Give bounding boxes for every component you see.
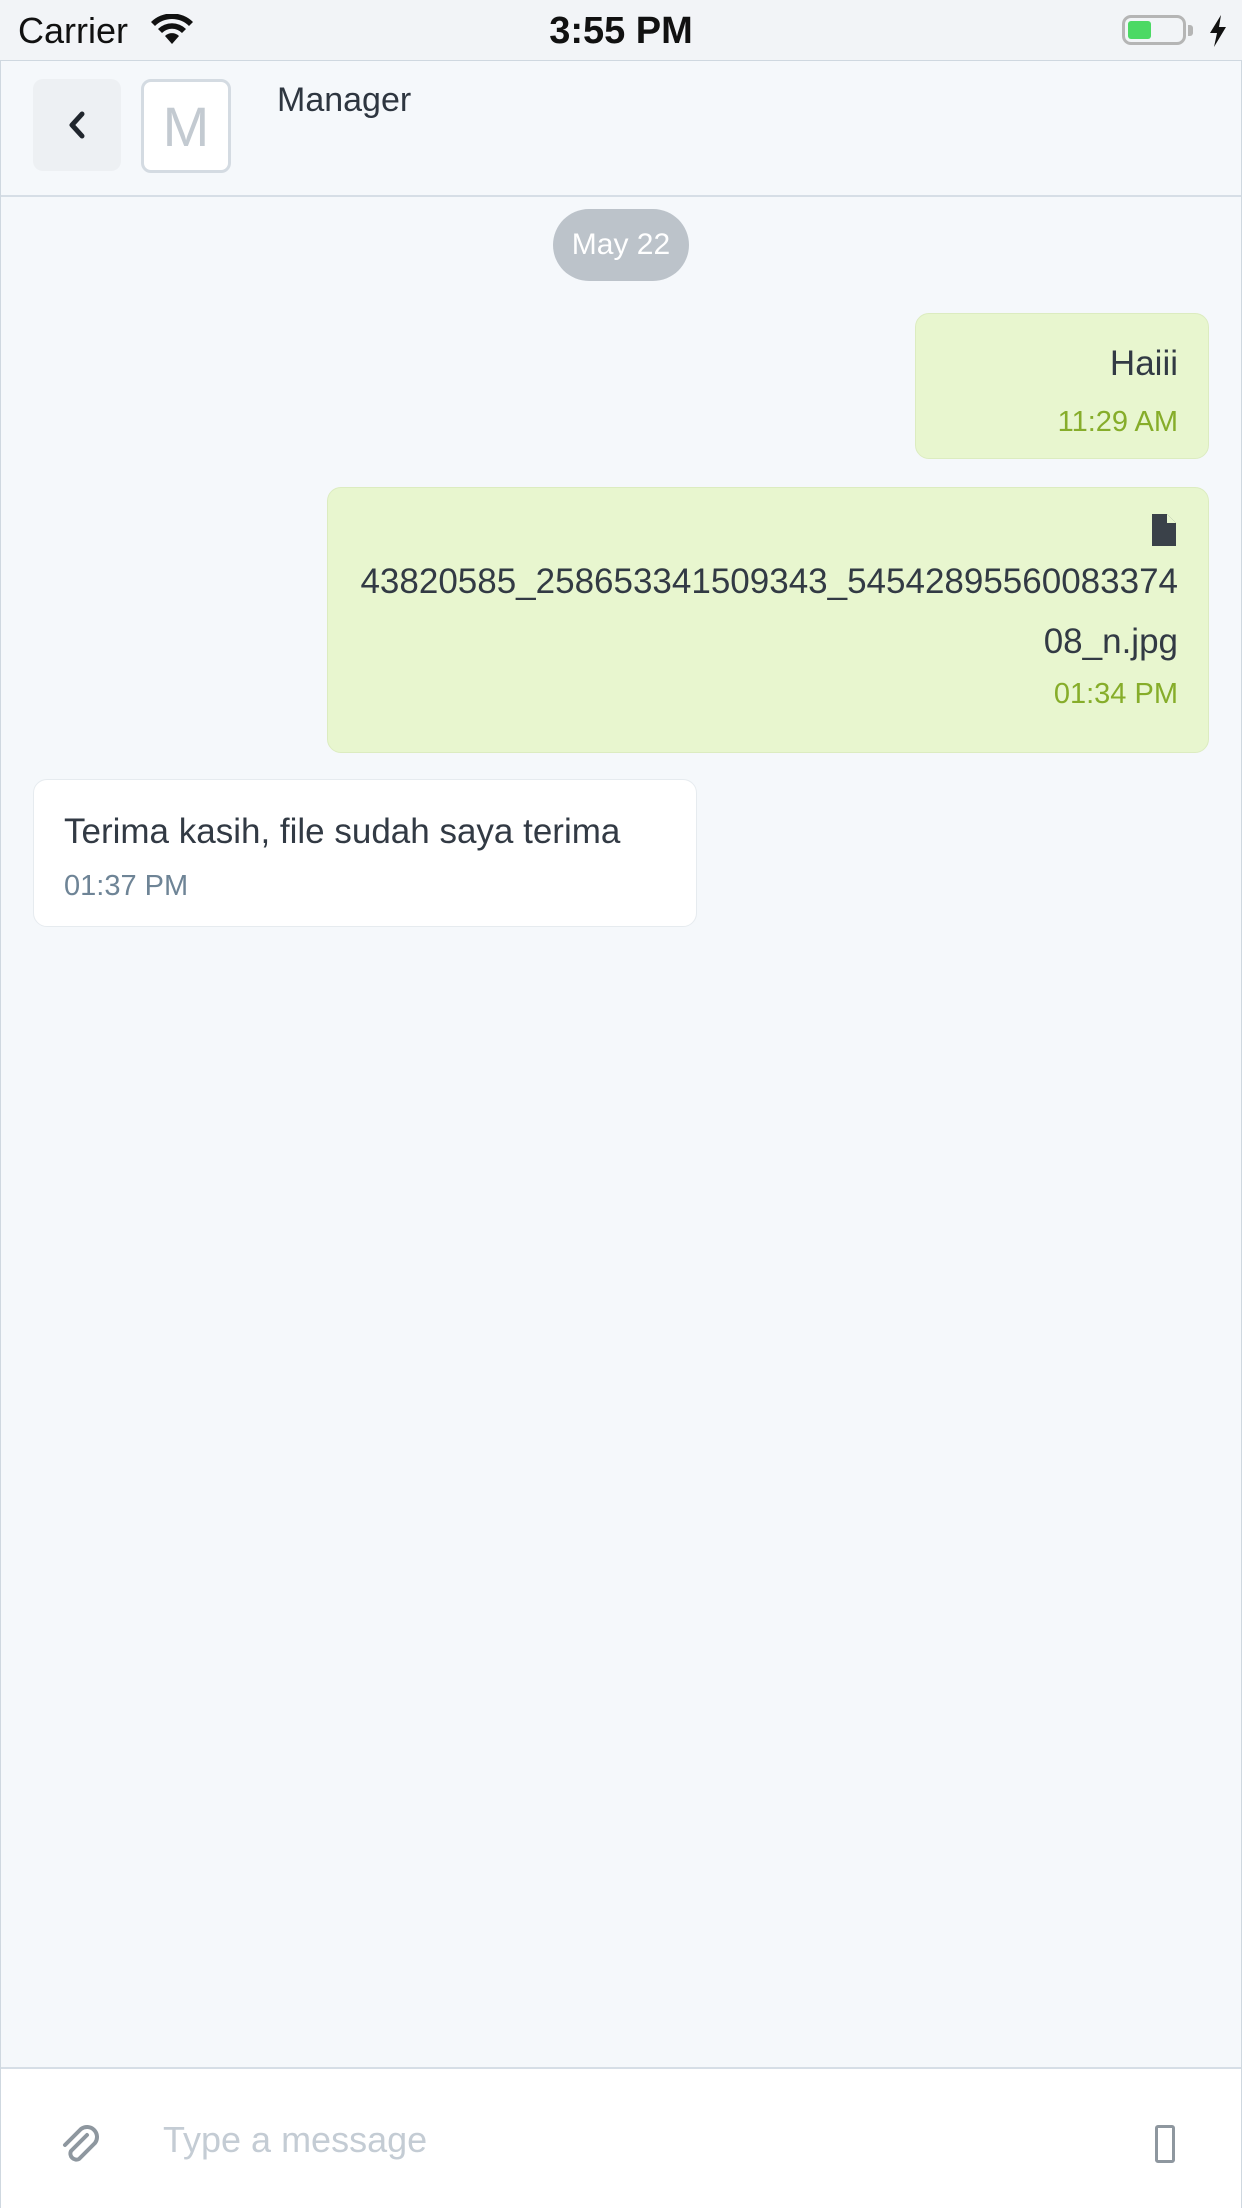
- message-time: 11:29 AM: [1057, 406, 1178, 438]
- avatar-initial: M: [162, 94, 210, 158]
- message-text: Terima kasih, file sudah saya terima: [64, 812, 621, 851]
- outgoing-file-message[interactable]: 43820585_258653341509343_545428955600833…: [327, 487, 1209, 753]
- incoming-message[interactable]: Terima kasih, file sudah saya terima 01:…: [33, 779, 697, 927]
- status-bar: Carrier 3:55 PM: [0, 0, 1242, 60]
- outgoing-message[interactable]: Haiii 11:29 AM: [915, 313, 1209, 459]
- battery-level-fill: [1128, 21, 1151, 39]
- status-time: 3:55 PM: [549, 10, 693, 52]
- avatar[interactable]: M: [141, 79, 231, 173]
- date-label: May 22: [571, 228, 671, 261]
- message-input[interactable]: [161, 2099, 1105, 2181]
- message-list[interactable]: May 22 Haiii 11:29 AM 43820585_258653341…: [1, 197, 1241, 2125]
- back-button[interactable]: [33, 79, 121, 171]
- message-time: 01:37 PM: [64, 870, 189, 902]
- date-separator: May 22: [553, 209, 689, 281]
- message-text: Haiii: [1109, 344, 1178, 383]
- send-icon[interactable]: [1155, 2125, 1175, 2163]
- file-icon: [1152, 514, 1176, 546]
- paperclip-icon[interactable]: [57, 2121, 105, 2169]
- file-name[interactable]: 43820585_258653341509343_545428955600833…: [358, 552, 1178, 672]
- chat-header: M Manager: [1, 61, 1241, 197]
- chat-screen: M Manager May 22 Haiii 11:29 AM 43820585…: [0, 60, 1242, 2209]
- contact-name[interactable]: Manager: [277, 81, 411, 120]
- charging-bolt-icon: [1210, 15, 1226, 47]
- message-composer: [1, 2067, 1241, 2209]
- message-time: 01:34 PM: [1053, 678, 1178, 710]
- battery-icon: [1122, 15, 1193, 47]
- chevron-left-icon: [69, 111, 85, 139]
